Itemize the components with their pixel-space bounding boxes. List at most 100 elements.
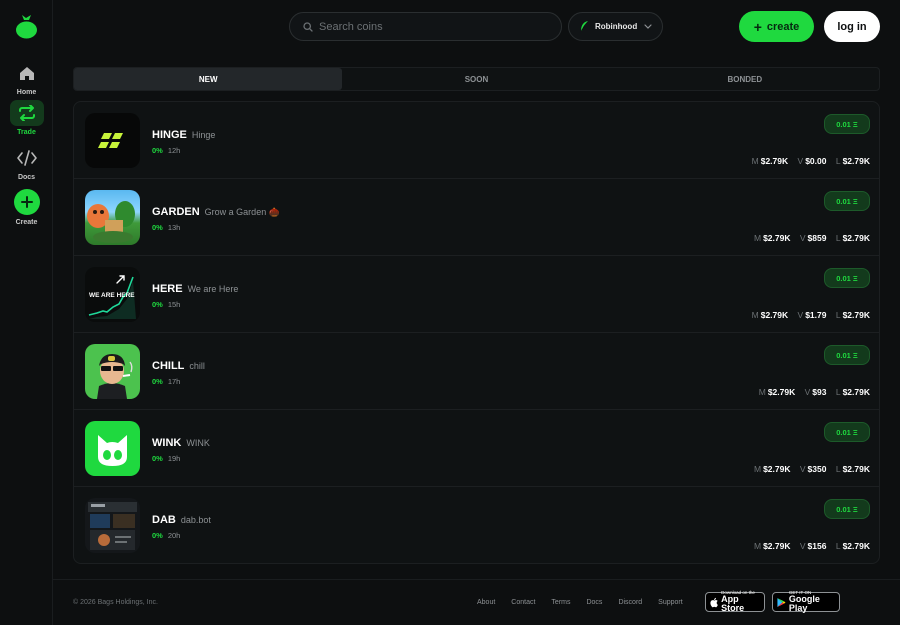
create-button-label: create: [766, 20, 800, 33]
liquidity: $2.79K: [842, 310, 870, 320]
search-bar[interactable]: [289, 12, 562, 41]
coin-ticker: GARDEN: [152, 206, 200, 218]
coin-change: 0%: [152, 454, 163, 463]
tab-bonded[interactable]: BONDED: [611, 68, 879, 90]
coin-stats: M $2.79K V $350 L $2.79K: [754, 464, 870, 474]
coin-ticker: HERE: [152, 283, 183, 295]
coin-fullname: dab.bot: [180, 515, 211, 525]
sidebar-item-docs[interactable]: Docs: [0, 145, 53, 181]
coin-age: 17h: [167, 377, 181, 386]
quick-buy-button[interactable]: 0.01 Ξ: [824, 268, 870, 288]
footer-link-support[interactable]: Support: [658, 599, 683, 606]
stat-key: M: [751, 310, 759, 320]
stat-key: M: [753, 233, 762, 243]
coin-age: 12h: [167, 146, 181, 155]
apple-icon: [710, 597, 718, 607]
coin-row[interactable]: CHILL chill 0% 17h 0.01 Ξ M $2.79K V $93 L $2…: [74, 333, 879, 410]
coin-fullname: chill: [189, 361, 205, 371]
sidebar: Home Trade Docs Create: [0, 0, 53, 625]
coin-name: GARDEN Grow a Garden 🌰: [152, 206, 280, 218]
coin-change: 0%: [152, 223, 163, 232]
stat-key: M: [751, 156, 759, 166]
sidebar-item-home[interactable]: Home: [0, 60, 53, 96]
coin-thumbnail: [85, 344, 140, 399]
quick-buy-button[interactable]: 0.01 Ξ: [824, 114, 870, 134]
quick-buy-button[interactable]: 0.01 Ξ: [824, 422, 870, 442]
home-icon: [10, 60, 44, 86]
quick-buy-button[interactable]: 0.01 Ξ: [824, 345, 870, 365]
coin-meta: 0% 19h: [152, 454, 180, 463]
thumb-caption: WE ARE HERE: [89, 292, 135, 299]
coin-row[interactable]: WE ARE HERE HERE We are Here 0% 15h 0.01 Ξ…: [74, 256, 879, 333]
feather-icon: [580, 21, 588, 32]
coin-fullname: Hinge: [191, 130, 216, 140]
stat-key: V: [799, 464, 806, 474]
coin-ticker: WINK: [152, 437, 182, 449]
coin-ticker: DAB: [152, 514, 176, 526]
coin-name: CHILL chill: [152, 360, 205, 372]
coin-thumbnail: [85, 113, 140, 168]
footer-link-contact[interactable]: Contact: [511, 599, 535, 606]
volume: $156: [807, 541, 827, 551]
tab-new[interactable]: NEW: [74, 68, 343, 90]
volume: $350: [807, 464, 827, 474]
coin-row[interactable]: HINGE Hinge 0% 12h 0.01 Ξ M $2.79K V $0.00 L…: [74, 102, 879, 179]
stat-key: L: [835, 541, 841, 551]
footer-link-about[interactable]: About: [477, 599, 495, 606]
coin-thumbnail: [85, 421, 140, 476]
stat-key: V: [797, 310, 804, 320]
google-play-badge[interactable]: GET IT ON Google Play: [772, 590, 840, 613]
stat-key: M: [758, 387, 766, 397]
footer-link-discord[interactable]: Discord: [618, 599, 642, 606]
coin-stats: M $2.79K V $93 L $2.79K: [759, 387, 870, 397]
market-cap: $2.79K: [767, 387, 796, 397]
search-input[interactable]: [319, 20, 539, 33]
coin-fullname: Grow a Garden 🌰: [204, 207, 280, 217]
stat-key: L: [835, 464, 841, 474]
swap-icon: [9, 100, 44, 126]
coin-stats: M $2.79K V $1.79 L $2.79K: [752, 310, 870, 320]
plus-icon: [13, 189, 40, 215]
chevron-down-icon: [644, 24, 652, 29]
coin-meta: 0% 17h: [152, 377, 180, 386]
app-store-badge[interactable]: Download on the App Store: [705, 590, 765, 614]
stat-key: V: [804, 387, 811, 397]
login-button[interactable]: log in: [824, 11, 880, 42]
coin-change: 0%: [152, 531, 163, 540]
sidebar-item-label: Home: [16, 89, 37, 96]
coin-change: 0%: [152, 377, 163, 386]
coin-thumbnail: [85, 190, 140, 245]
coin-row[interactable]: WINK WINK 0% 19h 0.01 Ξ M $2.79K V $350 L $2.…: [74, 410, 879, 487]
coin-age: 20h: [167, 531, 181, 540]
coin-name: DAB dab.bot: [152, 514, 211, 526]
chain-selector[interactable]: Robinhood: [568, 12, 663, 41]
coin-fullname: We are Here: [187, 284, 239, 294]
footer-link-terms[interactable]: Terms: [551, 599, 570, 606]
volume: $859: [807, 233, 827, 243]
coin-stats: M $2.79K V $0.00 L $2.79K: [752, 156, 870, 166]
stat-key: L: [835, 233, 841, 243]
sidebar-item-trade[interactable]: Trade: [0, 100, 53, 136]
coin-stats: M $2.79K V $156 L $2.79K: [754, 541, 870, 551]
market-cap: $2.79K: [763, 464, 791, 474]
market-cap: $2.79K: [763, 541, 791, 551]
coin-ticker: HINGE: [152, 129, 187, 141]
bags-logo[interactable]: [15, 13, 38, 39]
coin-age: 19h: [167, 454, 181, 463]
coin-row[interactable]: DAB dab.bot 0% 20h 0.01 Ξ M $2.79K V $156 L $…: [74, 487, 879, 563]
app-store-main: App Store: [721, 594, 745, 614]
create-button[interactable]: + create: [739, 11, 814, 42]
stat-key: L: [835, 387, 841, 397]
coin-row[interactable]: GARDEN Grow a Garden 🌰 0% 13h 0.01 Ξ M $2.7…: [74, 179, 879, 256]
volume: $1.79: [805, 310, 827, 320]
tab-soon[interactable]: SOON: [342, 68, 610, 90]
coin-fullname: WINK: [186, 438, 210, 448]
coin-thumbnail: WE ARE HERE: [85, 267, 140, 322]
footer-link-docs[interactable]: Docs: [586, 599, 602, 606]
quick-buy-button[interactable]: 0.01 Ξ: [824, 191, 870, 211]
coin-ticker: CHILL: [152, 360, 185, 372]
quick-buy-button[interactable]: 0.01 Ξ: [824, 499, 870, 519]
sidebar-item-create[interactable]: Create: [0, 189, 53, 226]
stat-key: M: [753, 541, 762, 551]
google-play-icon: [777, 597, 786, 607]
